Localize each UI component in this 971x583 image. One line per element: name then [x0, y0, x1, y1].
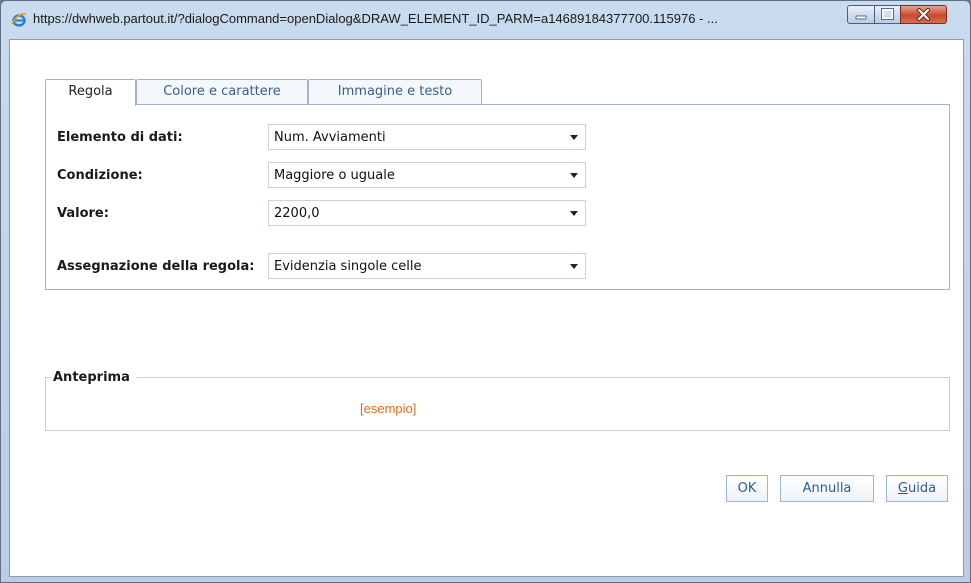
assignment-label: Assegnazione della regola: — [57, 259, 255, 274]
help-button-label: uida — [908, 481, 937, 496]
tab-label: Immagine e testo — [337, 84, 453, 99]
condition-label: Condizione: — [57, 168, 143, 183]
tab-immagine-e-testo[interactable]: Immagine e testo — [308, 79, 482, 104]
ok-button-label: OK — [737, 481, 757, 496]
preview-legend: Anteprima — [51, 370, 136, 385]
title-bar[interactable]: https://dwhweb.partout.it/?dialogCommand… — [1, 1, 970, 39]
chevron-down-icon — [570, 135, 578, 140]
close-icon — [917, 8, 930, 21]
assignment-select[interactable]: Evidenzia singole celle — [268, 253, 586, 279]
rule-panel: Elemento di dati: Num. Avviamenti Condiz… — [45, 104, 950, 290]
preview-section: Anteprima [esempio] — [45, 370, 950, 431]
chevron-down-icon — [570, 211, 578, 216]
dialog-window: https://dwhweb.partout.it/?dialogCommand… — [0, 0, 971, 583]
condition-select[interactable]: Maggiore o uguale — [268, 162, 586, 188]
ie-page-icon — [11, 12, 27, 28]
help-button-mnemonic: G — [897, 481, 908, 496]
ok-button[interactable]: OK — [726, 475, 768, 502]
minimize-icon — [855, 15, 867, 20]
close-button[interactable] — [900, 5, 947, 24]
chevron-down-icon — [570, 264, 578, 269]
tab-label: Colore e carattere — [163, 84, 281, 99]
data-element-label: Elemento di dati: — [57, 130, 183, 145]
minimize-button[interactable] — [847, 5, 875, 24]
maximize-icon — [881, 8, 894, 20]
data-element-value: Num. Avviamenti — [274, 130, 386, 145]
window-title: https://dwhweb.partout.it/?dialogCommand… — [33, 11, 718, 26]
maximize-button[interactable] — [874, 5, 901, 24]
preview-sample: [esempio] — [360, 401, 417, 416]
assignment-value: Evidenzia singole celle — [274, 259, 422, 274]
chevron-down-icon — [570, 173, 578, 178]
data-element-select[interactable]: Num. Avviamenti — [268, 124, 586, 150]
tab-regola[interactable]: Regola — [45, 79, 136, 106]
value-label: Valore: — [57, 206, 109, 221]
help-button[interactable]: Guida — [886, 475, 948, 502]
value-combobox[interactable]: 2200,0 — [268, 200, 586, 226]
tab-label: Regola — [68, 84, 113, 99]
dialog-content: Regola Colore e carattere Immagine e tes… — [9, 39, 964, 577]
cancel-button[interactable]: Annulla — [780, 475, 874, 502]
cancel-button-label: Annulla — [802, 481, 852, 496]
tab-colore-e-carattere[interactable]: Colore e carattere — [136, 79, 308, 104]
value-value: 2200,0 — [274, 206, 320, 221]
condition-value: Maggiore o uguale — [274, 168, 395, 183]
